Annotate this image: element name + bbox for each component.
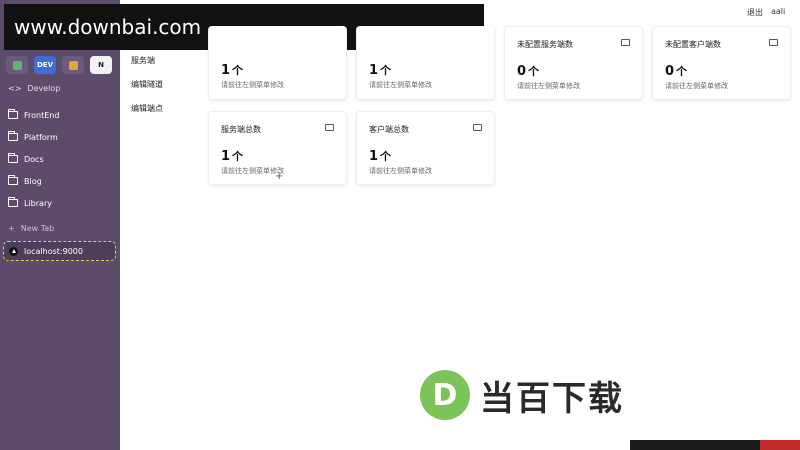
stat-value: 1个 [369,149,392,164]
sidebar-item-label: Blog [24,176,42,186]
new-tab-button[interactable]: + New Tab [8,224,54,233]
pinned-tab-3[interactable] [62,56,84,74]
sidebar-item-frontend[interactable]: FrontEnd [6,104,114,126]
plus-icon: + [8,224,15,233]
stat-card: 1个 请前往左侧菜单修改 [356,26,495,100]
stat-value: 1个 [369,63,392,78]
user-name: aali [771,7,786,16]
sub-nav: 服务端 编辑隧道 编辑端点 [131,55,163,127]
stat-value: 0个 [517,64,540,79]
pinned-tab-1[interactable] [6,56,28,74]
folder-icon [8,131,18,141]
stat-value: 1个 [221,63,244,78]
active-tab-localhost[interactable]: localhost:9000 [3,241,116,261]
stat-value: 0个 [665,64,688,79]
server-off-icon [621,39,630,46]
logout-link[interactable]: 退出 [747,7,763,18]
sidebar-item-platform[interactable]: Platform [6,126,114,148]
triangle-logo-icon [9,246,18,256]
new-tab-label: New Tab [20,224,55,233]
stat-hint: 请前往左侧菜单修改 [221,81,284,89]
client-off-icon [769,39,778,46]
stat-card-unconfigured-clients: 未配置客户端数 0个 请前往左侧菜单修改 [652,26,791,100]
sidebar-item-label: Platform [24,132,58,142]
app-icon [68,60,78,70]
pinned-tab-4[interactable]: N [90,56,112,74]
subnav-item-edit-endpoint[interactable]: 编辑端点 [131,103,163,127]
stat-hint: 请前往左侧菜单修改 [369,167,432,175]
pinned-tabs: DEV N [6,56,112,74]
space-develop[interactable]: <> Develop [8,84,60,93]
stat-title: 客户端总数 [369,125,409,134]
sidebar-item-library[interactable]: Library [6,192,114,214]
stat-card-unconfigured-servers: 未配置服务端数 0个 请前往左侧菜单修改 [504,26,643,100]
sidebar-item-label: Docs [24,154,44,164]
browser-sidebar: DEV N <> Develop FrontEnd Platform Docs … [0,0,120,450]
bottom-overlay-accent [760,440,800,450]
stat-value: 1个 [221,149,244,164]
stat-card-total-clients: 客户端总数 1个 请前往左侧菜单修改 [356,111,495,185]
brand-logo-icon: D [420,370,470,420]
stat-card: 1个 请前往左侧菜单修改 [208,26,347,100]
stat-title: 未配置服务端数 [517,40,573,49]
sidebar-item-blog[interactable]: Blog [6,170,114,192]
tab-label: localhost:9000 [24,246,83,256]
sidebar-item-label: FrontEnd [24,110,60,120]
brand-name: 当百下载 [480,378,624,419]
subnav-item-server[interactable]: 服务端 [131,55,163,79]
folder-icon [8,153,18,163]
cursor-crosshair-icon: + [275,171,284,182]
stat-hint: 请前往左侧菜单修改 [369,81,432,89]
folder-icon [8,109,18,119]
space-label: Develop [27,84,61,93]
stat-hint: 请前往左侧菜单修改 [665,82,728,90]
pinned-tab-2[interactable]: DEV [34,56,56,74]
code-icon: <> [8,84,22,93]
stat-title: 服务端总数 [221,125,261,134]
folder-list: FrontEnd Platform Docs Blog Library [6,104,114,214]
app-icon [12,60,22,70]
client-icon [473,124,482,131]
sidebar-item-docs[interactable]: Docs [6,148,114,170]
subnav-item-edit-tunnel[interactable]: 编辑隧道 [131,79,163,103]
folder-icon [8,197,18,207]
stat-title: 未配置客户端数 [665,40,721,49]
server-icon [325,124,334,131]
stat-hint: 请前往左侧菜单修改 [517,82,580,90]
brand-watermark: D 当百下载 [420,370,624,420]
sidebar-item-label: Library [24,198,52,208]
folder-icon [8,175,18,185]
